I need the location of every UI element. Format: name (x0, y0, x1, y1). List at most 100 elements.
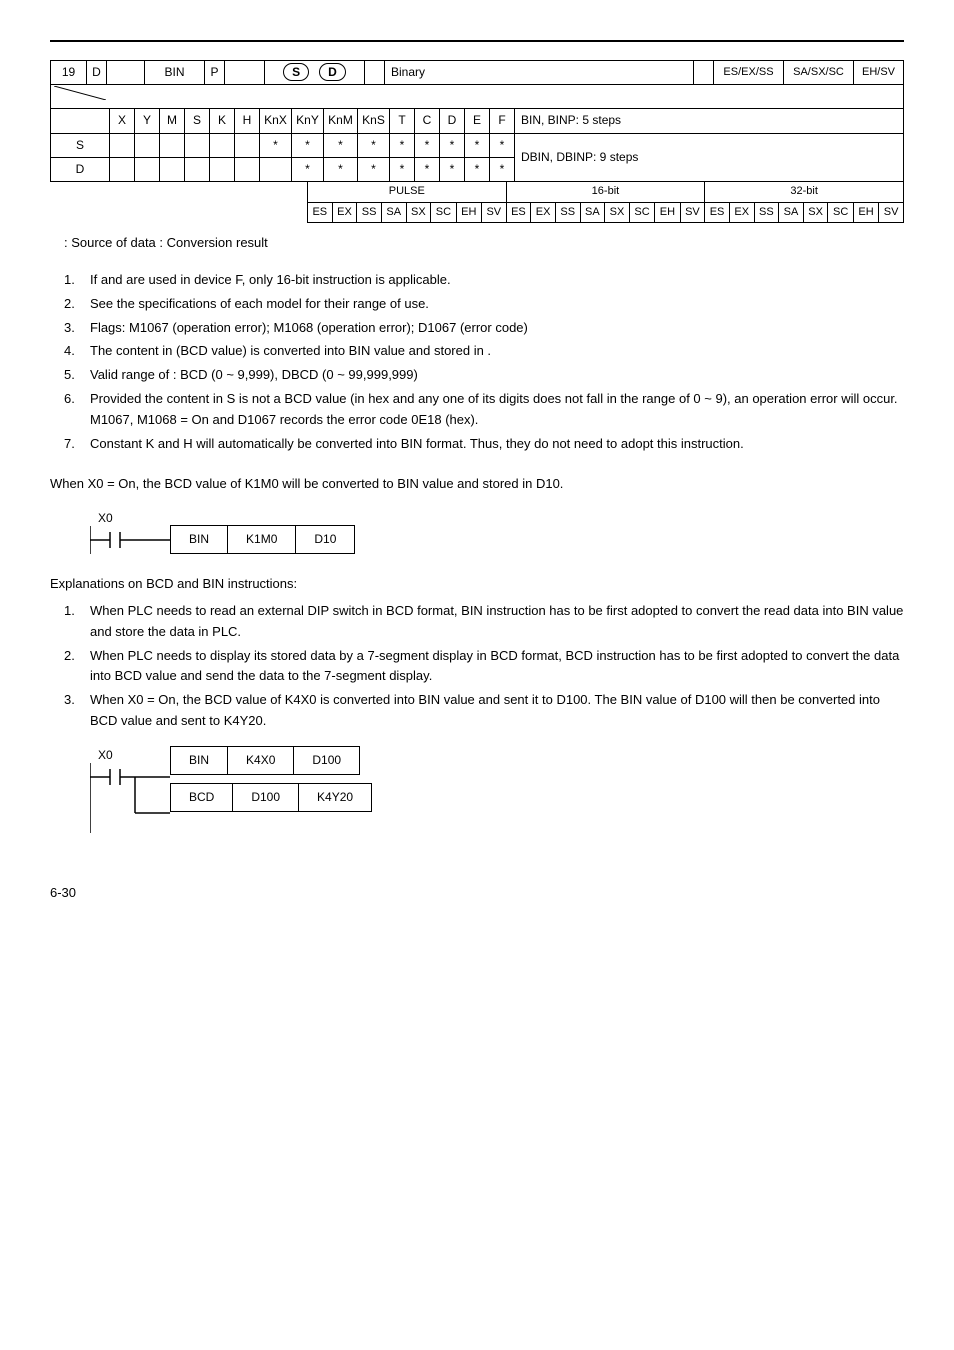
mark (235, 157, 260, 181)
hdr-y: Y (135, 109, 160, 133)
mark (135, 133, 160, 157)
operand-cell: S D (265, 61, 365, 85)
mode-cell: EX (531, 202, 556, 223)
list-item: 2.See the specifications of each model f… (50, 294, 904, 315)
list-text: When X0 = On, the BCD value of K4X0 is c… (90, 692, 880, 728)
diag-cell (51, 84, 110, 109)
list-item: 2.When PLC needs to display its stored d… (50, 646, 904, 688)
hdr-x: X (110, 109, 135, 133)
hdr-kns: KnS (358, 109, 390, 133)
hdr-kny: KnY (292, 109, 324, 133)
mark: * (440, 133, 465, 157)
mode-cell: EH (655, 202, 680, 223)
mark: * (324, 157, 358, 181)
ladder-diagram-1: X0 BIN K1M0 D10 (90, 509, 904, 554)
p-flag: P (205, 61, 225, 85)
list-item: 1.When PLC needs to read an external DIP… (50, 601, 904, 643)
mode-cell: SX (406, 202, 431, 223)
hdr-h: H (235, 109, 260, 133)
operand-legend: : Source of data : Conversion result (64, 233, 904, 254)
remarks-heading: Explanations on BCD and BIN instructions… (50, 574, 904, 595)
empty-cell (694, 61, 714, 73)
mark: * (260, 133, 292, 157)
mark (110, 157, 135, 181)
mark: * (292, 157, 324, 181)
ladder-dst: D10 (296, 526, 355, 554)
controller-2: SA/SX/SC (784, 61, 854, 85)
hdr-c: C (415, 109, 440, 133)
explanations-list: 1.If and are used in device F, only 16-b… (50, 270, 904, 454)
ladder-op: BIN (171, 746, 228, 774)
mode-cell: SV (680, 202, 705, 223)
mode-cell: SX (803, 202, 828, 223)
page-top-rule (50, 40, 904, 42)
ladder-op: BIN (171, 526, 228, 554)
mark (110, 133, 135, 157)
ladder-dst: K4Y20 (299, 784, 372, 812)
mode-cell: SV (481, 202, 506, 223)
mode-cell: ES (705, 202, 730, 223)
mark: * (490, 133, 515, 157)
mode-cell: SC (629, 202, 654, 223)
hdr-m: M (160, 109, 185, 133)
modes-table: PULSE 16-bit 32-bit ES EX SS SA SX SC EH… (307, 181, 904, 223)
mark: * (324, 133, 358, 157)
mark: * (440, 157, 465, 181)
bit32-header: 32-bit (705, 181, 904, 202)
mark: * (415, 157, 440, 181)
mode-cell: SS (357, 202, 382, 223)
diag-cell-cont (51, 109, 110, 133)
ladder-src: D100 (233, 784, 299, 812)
mark: * (390, 133, 415, 157)
program-caption: When X0 = On, the BCD value of K1M0 will… (50, 474, 904, 495)
mark: * (415, 133, 440, 157)
page-number: 6-30 (50, 883, 904, 904)
row-d-label: D (51, 157, 110, 181)
operand-d-oval: D (319, 63, 346, 81)
list-text: When PLC needs to read an external DIP s… (90, 603, 903, 639)
list-text: Flags: M1067 (operation error); M1068 (o… (90, 320, 528, 335)
list-text: See the specifications of each model for… (90, 296, 429, 311)
mode-cell: EX (332, 202, 357, 223)
mode-cell: SA (580, 202, 605, 223)
mode-cell: SC (431, 202, 456, 223)
controller-1: ES/EX/SS (714, 61, 784, 85)
modes-row: ES EX SS SA SX SC EH SV ES EX SS SA SX S… (308, 202, 904, 223)
api-number: 19 (51, 61, 87, 85)
mode-cell: SS (555, 202, 580, 223)
mark: * (358, 157, 390, 181)
mark (135, 157, 160, 181)
mark: * (465, 133, 490, 157)
mark (160, 133, 185, 157)
mark: * (358, 133, 390, 157)
mark (210, 157, 235, 181)
ladder-diagram-2: X0 BIN K4X0 D100 BCD D100 K4Y20 (90, 746, 904, 833)
list-text: Valid range of : BCD (0 ~ 9,999), DBCD (… (90, 367, 418, 382)
list-text: The content in (BCD value) is converted … (90, 343, 491, 358)
mark (185, 157, 210, 181)
mark (235, 133, 260, 157)
list-item: 3.Flags: M1067 (operation error); M1068 … (50, 318, 904, 339)
mode-cell: EX (729, 202, 754, 223)
ladder-src: K1M0 (228, 526, 296, 554)
empty-cell (225, 61, 265, 73)
hdr-knx: KnX (260, 109, 292, 133)
d-flag: D (87, 61, 107, 85)
empty-row (110, 84, 904, 109)
mode-cell: SA (779, 202, 804, 223)
list-item: 4.The content in (BCD value) is converte… (50, 341, 904, 362)
mark (160, 157, 185, 181)
hdr-t: T (390, 109, 415, 133)
operand-s-oval: S (283, 63, 309, 81)
mark (210, 133, 235, 157)
steps-dbin: DBIN, DBINP: 9 steps (515, 133, 904, 181)
hdr-knm: KnM (324, 109, 358, 133)
mode-cell: ES (308, 202, 333, 223)
hdr-f: F (490, 109, 515, 133)
api-operand-table: X Y M S K H KnX KnY KnM KnS T C D E F BI… (50, 84, 904, 182)
mode-cell: ES (506, 202, 531, 223)
hdr-s: S (185, 109, 210, 133)
list-text: Provided the content in S is not a BCD v… (90, 391, 898, 427)
mode-cell: SV (879, 202, 904, 223)
mark (260, 157, 292, 181)
